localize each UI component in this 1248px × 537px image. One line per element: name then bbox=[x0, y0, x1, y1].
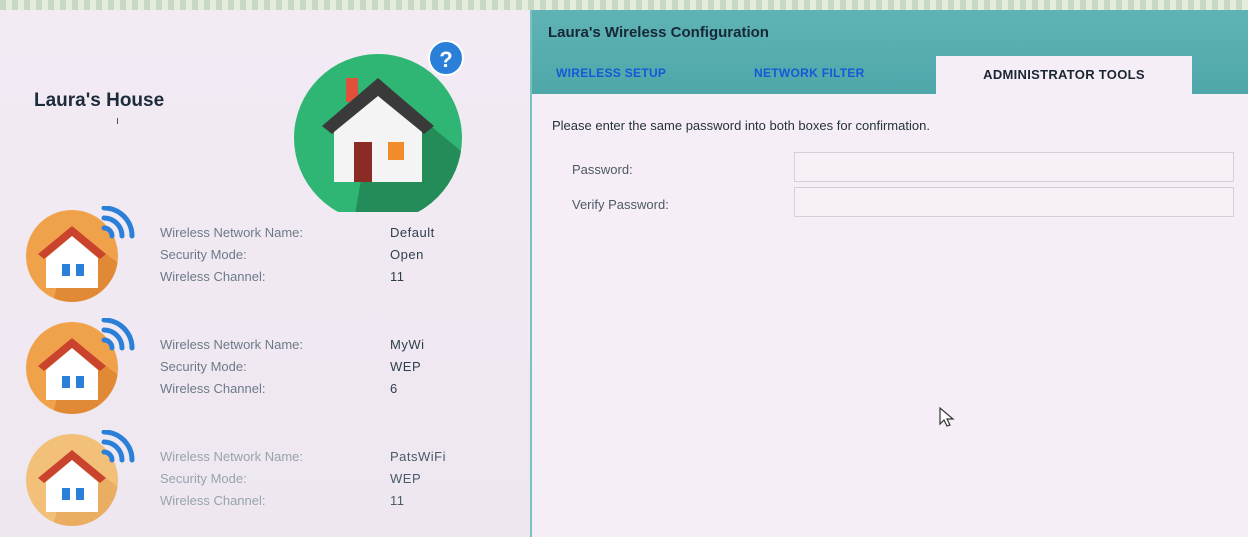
network-entry[interactable]: Wireless Network Name: Security Mode: Wi… bbox=[22, 430, 502, 530]
tab-network-filter[interactable]: NETWORK FILTER bbox=[754, 66, 865, 80]
network-name-value: Default bbox=[390, 225, 435, 240]
config-panel: Laura's Wireless Configuration WIRELESS … bbox=[530, 10, 1248, 537]
wireless-channel-label: Wireless Channel: bbox=[160, 493, 266, 508]
password-input[interactable] bbox=[794, 152, 1234, 182]
left-panel: Laura's House ? Wireless Network Name: S… bbox=[0, 10, 530, 537]
network-entry[interactable]: Wireless Network Name: Security Mode: Wi… bbox=[22, 318, 502, 418]
help-icon: ? bbox=[439, 47, 453, 72]
security-mode-value: WEP bbox=[390, 359, 422, 374]
network-name-label: Wireless Network Name: bbox=[160, 449, 304, 464]
house-title: Laura's House bbox=[34, 90, 165, 111]
security-mode-label: Security Mode: bbox=[160, 247, 247, 262]
security-mode-label: Security Mode: bbox=[160, 471, 247, 486]
admin-tools-content: Please enter the same password into both… bbox=[532, 94, 1248, 537]
network-name-value: PatsWiFi bbox=[390, 449, 446, 464]
mouse-cursor-icon bbox=[939, 406, 955, 427]
wireless-channel-value: 6 bbox=[390, 381, 398, 396]
network-name-label: Wireless Network Name: bbox=[160, 225, 304, 240]
verify-password-input[interactable] bbox=[794, 187, 1234, 217]
network-house-icon bbox=[26, 430, 135, 526]
instructions-text: Please enter the same password into both… bbox=[552, 118, 930, 133]
network-house-icon bbox=[26, 206, 135, 302]
wireless-channel-label: Wireless Channel: bbox=[160, 269, 266, 284]
wireless-channel-value: 11 bbox=[390, 269, 405, 284]
tab-administrator-tools[interactable]: ADMINISTRATOR TOOLS bbox=[936, 56, 1192, 94]
wireless-channel-value: 11 bbox=[390, 493, 405, 508]
verify-password-label: Verify Password: bbox=[572, 197, 669, 212]
security-mode-value: Open bbox=[390, 247, 424, 262]
security-mode-label: Security Mode: bbox=[160, 359, 247, 374]
security-mode-value: WEP bbox=[390, 471, 422, 486]
text-caret bbox=[117, 118, 118, 124]
config-header: Laura's Wireless Configuration WIRELESS … bbox=[532, 10, 1248, 94]
wireless-channel-label: Wireless Channel: bbox=[160, 381, 266, 396]
wifi-icon bbox=[101, 206, 135, 239]
network-name-value: MyWi bbox=[390, 337, 425, 352]
network-house-icon bbox=[26, 318, 135, 414]
network-entry[interactable]: Wireless Network Name: Security Mode: Wi… bbox=[22, 206, 502, 306]
wifi-icon bbox=[101, 318, 135, 351]
network-name-label: Wireless Network Name: bbox=[160, 337, 304, 352]
tab-wireless-setup[interactable]: WIRELESS SETUP bbox=[556, 66, 666, 80]
wifi-icon bbox=[101, 430, 135, 463]
help-button[interactable]: ? bbox=[428, 40, 464, 76]
config-title: Laura's Wireless Configuration bbox=[548, 24, 769, 41]
password-label: Password: bbox=[572, 162, 633, 177]
top-strip bbox=[0, 0, 1248, 10]
